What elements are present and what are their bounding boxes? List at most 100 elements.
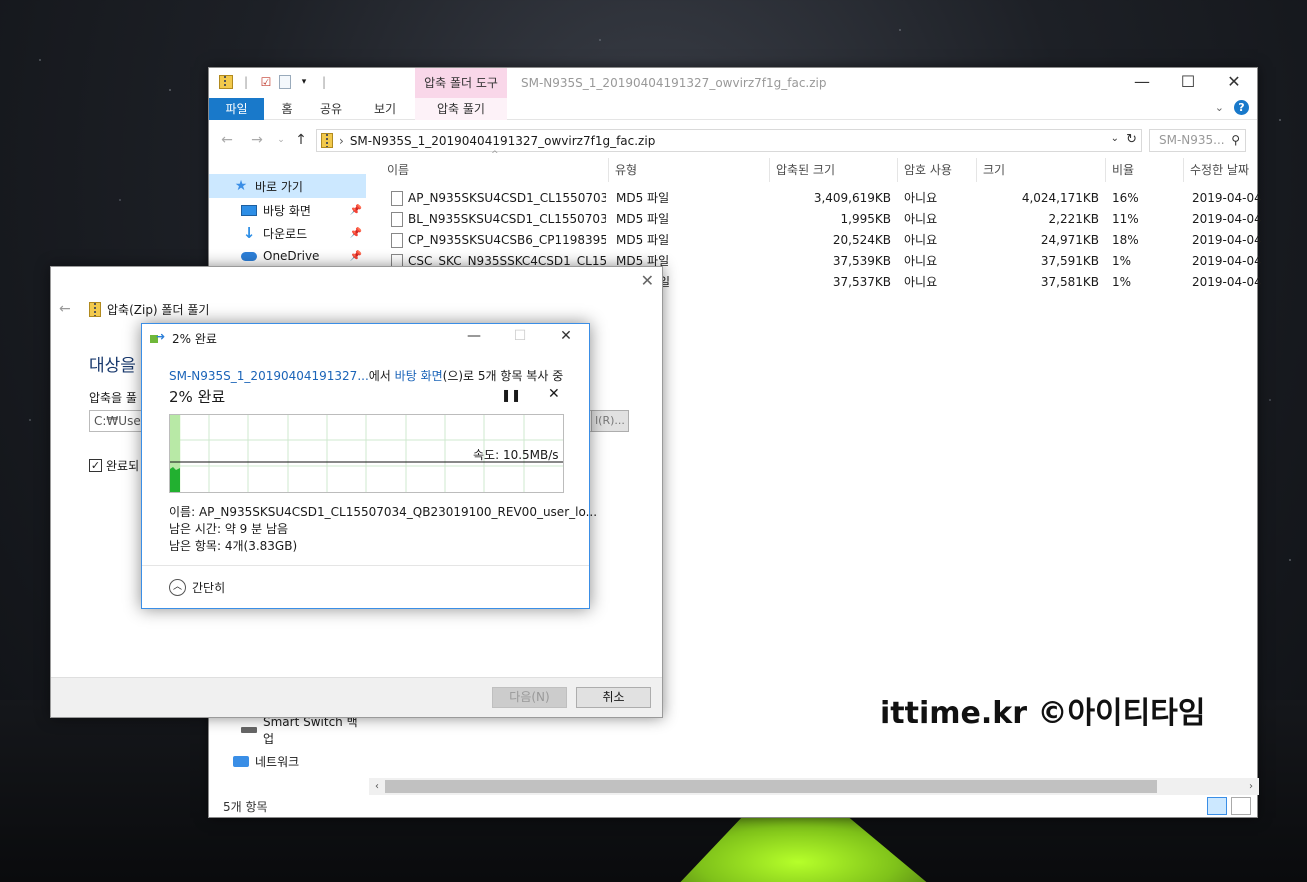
column-header-encrypted[interactable]: 암호 사용 — [898, 158, 977, 182]
properties-icon[interactable]: ☑ — [259, 75, 273, 89]
fewer-details-button[interactable]: ︿ 간단히 — [169, 579, 225, 596]
file-compressed-size: 1,995KB — [840, 212, 891, 226]
column-header-type[interactable]: 유형 — [609, 158, 770, 182]
speed-area — [170, 467, 180, 492]
progress-title: 2% 완료 — [172, 332, 217, 346]
minimize-button[interactable]: — — [1119, 68, 1165, 98]
star-icon: ★ — [234, 178, 248, 194]
qat-dropdown-icon[interactable]: ▾ — [297, 75, 311, 89]
help-icon[interactable]: ? — [1234, 100, 1249, 115]
close-button[interactable]: ✕ — [556, 328, 576, 344]
pause-icon[interactable]: ❚❚ — [501, 388, 521, 402]
tool-tab-compressed-folder[interactable]: 압축 폴더 도구 — [415, 68, 507, 98]
details-view-icon[interactable] — [1207, 797, 1227, 815]
column-header-date[interactable]: 수정한 날짜 — [1184, 158, 1259, 182]
column-header-name[interactable]: 이름 — [381, 158, 609, 182]
time-remaining: 남은 시간: 약 9 분 남음 — [169, 522, 289, 536]
file-icon — [391, 191, 403, 206]
tab-share[interactable]: 공유 — [313, 98, 349, 120]
table-row[interactable]: AP_N935SKSU4CSD1_CL1550703... MD5 파일 3,4… — [369, 188, 1262, 209]
address-bar[interactable]: › SM-N935S_1_20190404191327_owvirz7f1g_f… — [316, 129, 1142, 152]
window-title: SM-N935S_1_20190404191327_owvirz7f1g_fac… — [521, 76, 827, 90]
file-encrypted: 아니요 — [904, 191, 938, 205]
sidebar-item-desktop[interactable]: 바탕 화면 📌 — [209, 198, 366, 222]
pin-icon: 📌 — [349, 204, 362, 216]
horizontal-scrollbar[interactable]: ‹ › — [369, 778, 1259, 795]
close-button[interactable]: ✕ — [1211, 68, 1257, 98]
tab-home[interactable]: 홈 — [271, 98, 303, 120]
wizard-heading: 대상을 — [89, 356, 136, 376]
wizard-back-icon[interactable]: ← — [59, 301, 71, 317]
sidebar-item-downloads[interactable]: ↓ 다운로드 📌 — [209, 221, 366, 245]
file-compressed-size: 20,524KB — [832, 233, 891, 247]
expand-ribbon-icon[interactable]: ⌄ — [1215, 101, 1224, 114]
destination-link[interactable]: 바탕 화면 — [395, 369, 443, 383]
column-header-compressed-size[interactable]: 압축된 크기 — [770, 158, 898, 182]
refresh-icon[interactable]: ↻ — [1126, 132, 1137, 147]
forward-button[interactable]: → — [247, 130, 267, 150]
recent-dropdown-icon[interactable]: ⌄ — [271, 130, 291, 150]
sidebar-item-onedrive[interactable]: OneDrive 📌 — [209, 244, 366, 268]
minimize-button[interactable]: — — [464, 328, 484, 344]
file-size: 2,221KB — [1048, 212, 1099, 226]
file-compressed-size: 3,409,619KB — [813, 191, 891, 205]
search-placeholder: SM-N935... — [1159, 133, 1225, 147]
network-icon — [233, 755, 249, 767]
ribbon-tabs: 파일 홈 공유 보기 압축 풀기 ⌄ ? — [209, 98, 1257, 120]
file-size: 4,024,171KB — [1021, 191, 1099, 205]
column-header-size[interactable]: 크기 — [977, 158, 1106, 182]
stop-icon[interactable]: ✕ — [548, 386, 560, 402]
file-date: 2019-04-04 — [1192, 212, 1262, 226]
file-encrypted: 아니요 — [904, 233, 938, 247]
copy-icon — [150, 330, 166, 345]
current-file-name: 이름: AP_N935SKSU4CSD1_CL15507034_QB230191… — [169, 505, 598, 519]
wizard-close-icon[interactable]: ✕ — [641, 271, 654, 290]
file-name: CP_N935SKSU4CSB6_CP1198395... — [408, 233, 606, 247]
column-header-ratio[interactable]: 비율 — [1106, 158, 1184, 182]
file-date: 2019-04-04 — [1192, 275, 1262, 289]
file-ratio: 18% — [1112, 233, 1139, 247]
copy-description-mid: 에서 — [368, 369, 395, 383]
tab-view[interactable]: 보기 — [367, 98, 403, 120]
tab-file[interactable]: 파일 — [209, 98, 264, 120]
scroll-right-icon[interactable]: › — [1243, 778, 1259, 795]
cancel-button[interactable]: 취소 — [576, 687, 651, 708]
browse-button[interactable]: l(R)... — [591, 410, 629, 432]
search-input[interactable]: SM-N935... ⚲ — [1149, 129, 1246, 152]
file-compressed-size: 37,537KB — [832, 275, 891, 289]
maximize-button[interactable]: ☐ — [1165, 68, 1211, 98]
sidebar-item-network[interactable]: 네트워크 — [209, 749, 366, 773]
checkbox-checked-icon[interactable]: ✓ — [89, 459, 102, 472]
table-row[interactable]: BL_N935SKSU4CSD1_CL1550703... MD5 파일 1,9… — [369, 209, 1262, 230]
next-button[interactable]: 다음(N) — [492, 687, 567, 708]
sidebar-item-label: Smart Switch 백업 — [263, 715, 358, 746]
file-ratio: 1% — [1112, 254, 1132, 268]
file-encrypted: 아니요 — [904, 275, 938, 289]
scroll-left-icon[interactable]: ‹ — [369, 778, 385, 795]
ribbon-right: ⌄ ? — [1215, 100, 1249, 115]
address-dropdown-icon[interactable]: ⌄ — [1111, 133, 1119, 144]
file-date: 2019-04-04 — [1192, 191, 1262, 205]
sidebar-item-label: 네트워크 — [255, 754, 300, 769]
large-icons-view-icon[interactable] — [1231, 797, 1251, 815]
scrollbar-thumb[interactable] — [385, 780, 1157, 793]
breadcrumb-chevron-icon: › — [339, 133, 344, 148]
breadcrumb[interactable]: SM-N935S_1_20190404191327_owvirz7f1g_fac… — [350, 134, 656, 148]
status-item-count: 5개 항목 — [223, 800, 268, 814]
file-type: MD5 파일 — [616, 191, 670, 205]
new-folder-icon[interactable] — [279, 75, 291, 89]
download-icon: ↓ — [242, 224, 256, 242]
file-type: MD5 파일 — [616, 212, 670, 226]
back-button[interactable]: ← — [217, 130, 237, 150]
file-ratio: 16% — [1112, 191, 1139, 205]
show-files-checkbox[interactable]: ✓ 완료되 — [89, 457, 139, 474]
sidebar-item-quick-access[interactable]: ★ 바로 가기 — [209, 174, 366, 198]
tab-extract[interactable]: 압축 풀기 — [415, 98, 507, 120]
chevron-up-icon: ︿ — [169, 579, 186, 596]
table-row[interactable]: CP_N935SKSU4CSB6_CP1198395... MD5 파일 20,… — [369, 230, 1262, 251]
zip-folder-icon — [321, 133, 333, 148]
sidebar-item-smart-switch[interactable]: Smart Switch 백업 — [209, 715, 366, 746]
up-button[interactable]: ↑ — [291, 130, 311, 150]
source-link[interactable]: SM-N935S_1_20190404191327... — [169, 369, 369, 383]
address-row: ← → ⌄ ↑ › SM-N935S_1_20190404191327_owvi… — [209, 126, 1257, 154]
